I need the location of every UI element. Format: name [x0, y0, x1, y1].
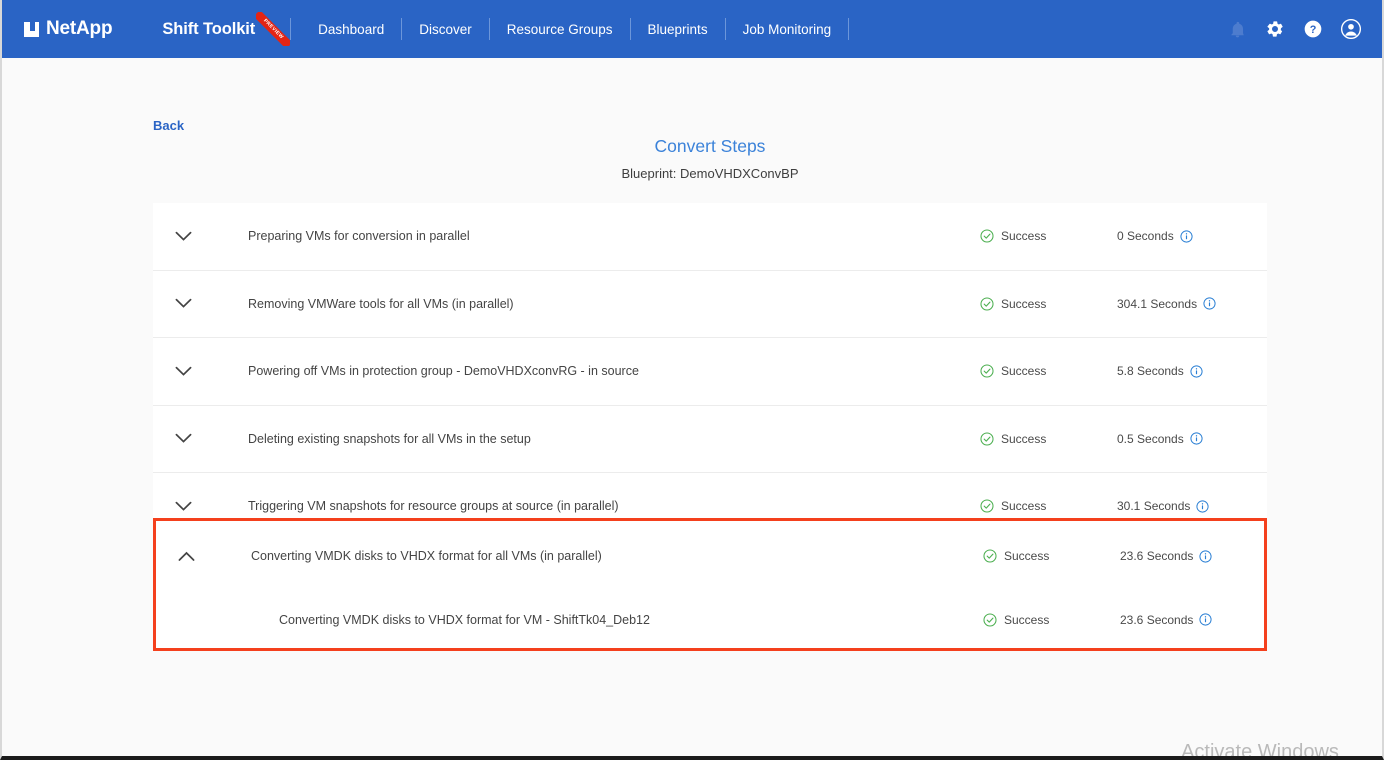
nav-item-resource-groups[interactable]: Resource Groups: [490, 22, 630, 37]
nav-item-blueprints[interactable]: Blueprints: [631, 22, 725, 37]
nav-item-job-monitoring[interactable]: Job Monitoring: [726, 22, 849, 37]
status-badge: Success: [980, 229, 1046, 243]
duration-cell: 23.6 Seconds: [1120, 549, 1212, 563]
status-text: Success: [1001, 499, 1046, 513]
step-label: Triggering VM snapshots for resource gro…: [248, 499, 619, 513]
duration-cell: 0 Seconds: [1117, 229, 1193, 243]
table-row[interactable]: Deleting existing snapshots for all VMs …: [153, 406, 1267, 474]
nav-divider: [848, 18, 849, 40]
windows-activation-watermark: Activate Windows Go to Settings to activ…: [1130, 740, 1384, 760]
netapp-logo-text: NetApp: [46, 18, 112, 40]
duration-text: 0.5 Seconds: [1117, 432, 1184, 446]
duration-text: 5.8 Seconds: [1117, 364, 1184, 378]
chevron-up-icon[interactable]: [156, 551, 216, 562]
duration-text: 304.1 Seconds: [1117, 297, 1197, 311]
preview-ribbon-label: PREVIEW: [256, 12, 290, 46]
duration-text: 30.1 Seconds: [1117, 499, 1190, 513]
status-text: Success: [1004, 549, 1049, 563]
status-badge: Success: [980, 364, 1046, 378]
brand-shift-toolkit[interactable]: Shift Toolkit PREVIEW: [162, 12, 290, 46]
table-row-sub[interactable]: Converting VMDK disks to VHDX format for…: [156, 591, 1264, 648]
step-label: Deleting existing snapshots for all VMs …: [248, 432, 531, 446]
duration-cell: 0.5 Seconds: [1117, 432, 1203, 446]
page-title: Convert Steps: [2, 136, 1384, 157]
brand-title: Shift Toolkit: [162, 20, 255, 39]
table-row[interactable]: Preparing VMs for conversion in parallel…: [153, 203, 1267, 271]
duration-cell: 5.8 Seconds: [1117, 364, 1203, 378]
duration-text: 23.6 Seconds: [1120, 613, 1193, 627]
chevron-down-icon[interactable]: [153, 366, 213, 377]
info-icon[interactable]: [1199, 613, 1212, 626]
status-badge: Success: [980, 297, 1046, 311]
status-text: Success: [1001, 297, 1046, 311]
netapp-logo[interactable]: NetApp: [24, 18, 112, 40]
app-window: NetApp Shift Toolkit PREVIEW Dashboard D…: [0, 0, 1384, 760]
nav-divider: [290, 18, 291, 40]
table-row[interactable]: Converting VMDK disks to VHDX format for…: [156, 521, 1264, 591]
success-check-icon: [983, 549, 997, 563]
chevron-down-icon[interactable]: [153, 231, 213, 242]
status-badge: Success: [983, 549, 1049, 563]
account-icon[interactable]: [1332, 10, 1370, 48]
success-check-icon: [980, 364, 994, 378]
status-text: Success: [1004, 613, 1049, 627]
status-badge: Success: [980, 499, 1046, 513]
info-icon[interactable]: [1180, 230, 1193, 243]
table-row[interactable]: Removing VMWare tools for all VMs (in pa…: [153, 271, 1267, 339]
step-label: Preparing VMs for conversion in parallel: [248, 229, 470, 243]
watermark-title: Activate Windows: [1130, 740, 1384, 760]
help-icon[interactable]: ?: [1294, 10, 1332, 48]
duration-text: 0 Seconds: [1117, 229, 1174, 243]
back-link[interactable]: Back: [153, 118, 184, 133]
info-icon[interactable]: [1199, 550, 1212, 563]
success-check-icon: [980, 432, 994, 446]
status-text: Success: [1001, 229, 1046, 243]
duration-cell: 30.1 Seconds: [1117, 499, 1209, 513]
sub-step-label: Converting VMDK disks to VHDX format for…: [279, 613, 650, 627]
gear-icon[interactable]: [1256, 10, 1294, 48]
step-label: Powering off VMs in protection group - D…: [248, 364, 639, 378]
status-badge: Success: [983, 613, 1049, 627]
success-check-icon: [983, 613, 997, 627]
step-label: Removing VMWare tools for all VMs (in pa…: [248, 297, 514, 311]
info-icon[interactable]: [1203, 297, 1216, 310]
status-text: Success: [1001, 432, 1046, 446]
duration-text: 23.6 Seconds: [1120, 549, 1193, 563]
status-badge: Success: [980, 432, 1046, 446]
duration-cell: 23.6 Seconds: [1120, 613, 1212, 627]
page-subtitle: Blueprint: DemoVHDXConvBP: [2, 166, 1384, 181]
nav-actions: ?: [1218, 10, 1384, 48]
chevron-down-icon[interactable]: [153, 298, 213, 309]
success-check-icon: [980, 229, 994, 243]
chevron-down-icon[interactable]: [153, 433, 213, 444]
netapp-mark-icon: [24, 22, 39, 37]
main-content: Back Convert Steps Blueprint: DemoVHDXCo…: [2, 58, 1384, 756]
nav-item-discover[interactable]: Discover: [402, 22, 489, 37]
nav-item-dashboard[interactable]: Dashboard: [301, 22, 401, 37]
nav-links: Dashboard Discover Resource Groups Bluep…: [301, 18, 849, 40]
success-check-icon: [980, 297, 994, 311]
preview-ribbon-badge: PREVIEW: [256, 12, 290, 46]
info-icon[interactable]: [1190, 365, 1203, 378]
info-icon[interactable]: [1190, 432, 1203, 445]
info-icon[interactable]: [1196, 500, 1209, 513]
bell-icon[interactable]: [1218, 10, 1256, 48]
table-row[interactable]: Powering off VMs in protection group - D…: [153, 338, 1267, 406]
step-label: Converting VMDK disks to VHDX format for…: [251, 549, 602, 563]
svg-text:?: ?: [1310, 24, 1317, 36]
chevron-down-icon[interactable]: [153, 501, 213, 512]
duration-cell: 304.1 Seconds: [1117, 297, 1216, 311]
status-text: Success: [1001, 364, 1046, 378]
top-navigation-bar: NetApp Shift Toolkit PREVIEW Dashboard D…: [2, 0, 1384, 58]
highlighted-expanded-step-group: Converting VMDK disks to VHDX format for…: [153, 518, 1267, 651]
success-check-icon: [980, 499, 994, 513]
